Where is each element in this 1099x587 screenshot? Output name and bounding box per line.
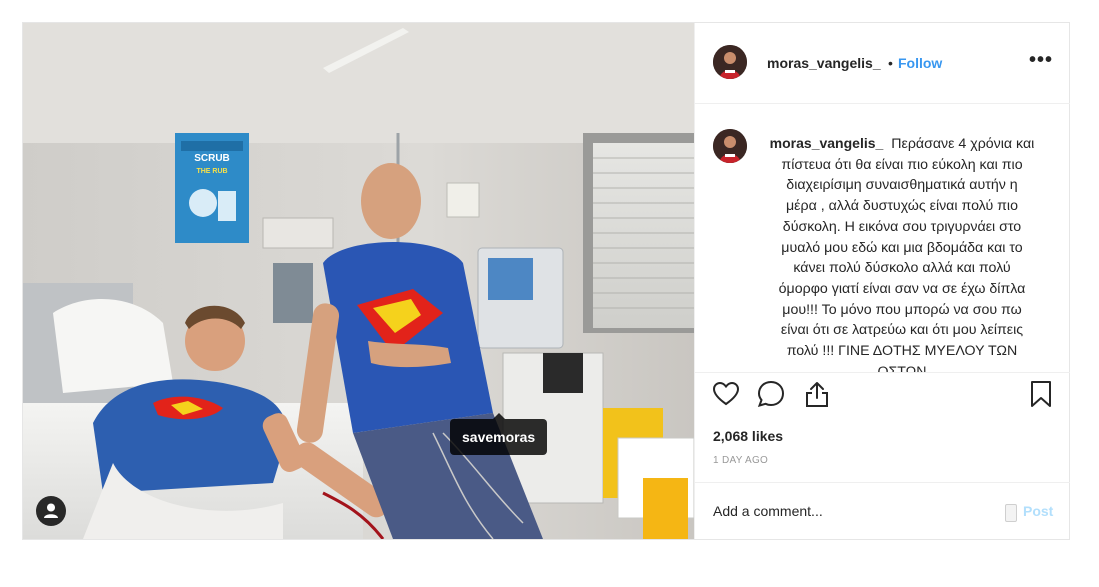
- caption-text: Περάσανε 4 χρόνια και πίστευα ότι θα είν…: [778, 136, 1035, 372]
- share-button[interactable]: [802, 379, 832, 409]
- caption-avatar[interactable]: [713, 129, 747, 163]
- follow-button[interactable]: Follow: [898, 55, 942, 71]
- spinner-icon: [1005, 504, 1017, 522]
- avatar-image: [713, 129, 747, 163]
- post-photo[interactable]: SCRUB THE RUB savemoras: [23, 23, 694, 539]
- hospital-photo: SCRUB THE RUB: [23, 23, 694, 539]
- poster-title: SCRUB: [194, 153, 230, 164]
- avatar-image: [713, 45, 747, 79]
- share-icon: [806, 382, 828, 407]
- instagram-post: SCRUB THE RUB savemoras moras_vangelis_ …: [22, 22, 1070, 540]
- user-icon: [44, 503, 58, 518]
- caption: moras_vangelis_ Περάσανε 4 χρόνια και πί…: [769, 133, 1035, 372]
- comment-icon: [757, 380, 785, 407]
- save-button[interactable]: [1026, 379, 1056, 409]
- user-tag-label[interactable]: savemoras: [450, 413, 548, 455]
- poster-subtitle: THE RUB: [196, 168, 227, 175]
- comment-button[interactable]: [756, 379, 786, 409]
- caption-username[interactable]: moras_vangelis_: [770, 135, 884, 151]
- action-bar: [695, 372, 1070, 423]
- header-separator: •: [888, 55, 893, 71]
- more-options-icon[interactable]: •••: [1029, 49, 1053, 72]
- post-sidebar: moras_vangelis_ • Follow ••• moras_vange…: [694, 23, 1070, 539]
- author-avatar[interactable]: [713, 45, 747, 79]
- like-button[interactable]: [711, 379, 741, 409]
- post-header: moras_vangelis_ • Follow •••: [695, 23, 1070, 104]
- post-comment-button[interactable]: Post: [1023, 503, 1053, 519]
- comment-bar: Add a comment... Post: [695, 482, 1070, 540]
- heart-icon: [712, 381, 740, 406]
- post-timestamp[interactable]: 1 DAY AGO: [713, 455, 768, 466]
- bookmark-icon: [1031, 381, 1051, 407]
- comment-input[interactable]: Add a comment...: [713, 503, 823, 519]
- likes-count[interactable]: 2,068 likes: [713, 428, 783, 444]
- caption-section: moras_vangelis_ Περάσανε 4 χρόνια και πί…: [695, 104, 1070, 372]
- author-username[interactable]: moras_vangelis_: [767, 55, 881, 71]
- tagged-users-button[interactable]: [36, 496, 66, 526]
